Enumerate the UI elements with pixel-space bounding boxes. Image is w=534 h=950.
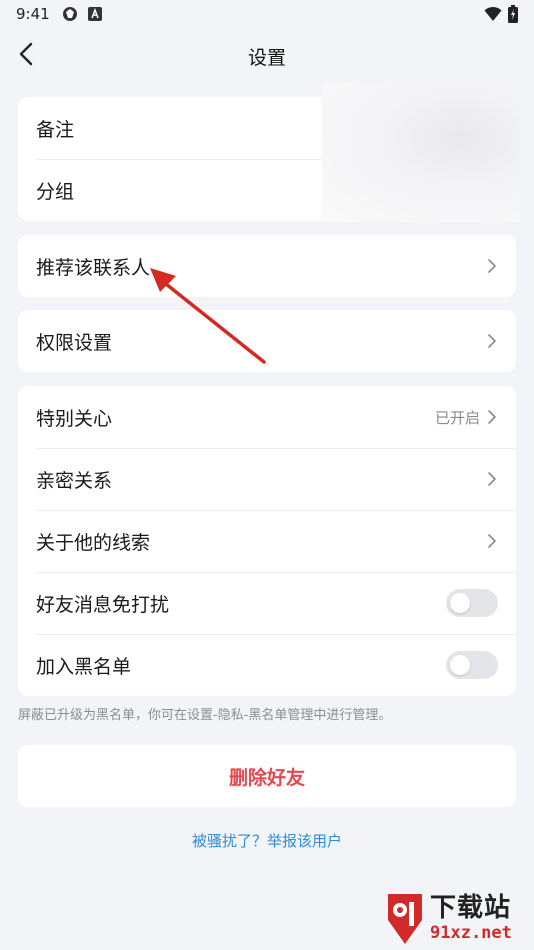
intimate-relation-label: 亲密关系: [36, 469, 113, 492]
watermark-domain: 91xz.net: [430, 923, 512, 943]
chevron-right-icon: [486, 532, 498, 550]
delete-friend-button[interactable]: 删除好友: [18, 745, 516, 807]
chevron-right-icon: [486, 257, 498, 275]
status-time: 9:41: [16, 5, 50, 23]
toggle-knob: [450, 655, 470, 675]
special-care-status: 已开启: [434, 408, 480, 427]
clues-row[interactable]: 关于他的线索: [18, 510, 516, 572]
toggle-knob: [450, 593, 470, 613]
chevron-right-icon: [486, 332, 498, 350]
recommend-card: 推荐该联系人: [18, 235, 516, 297]
back-button[interactable]: [8, 38, 44, 74]
permission-settings-label: 权限设置: [36, 331, 113, 354]
add-blacklist-toggle[interactable]: [446, 651, 498, 679]
recommend-contact-row[interactable]: 推荐该联系人: [18, 235, 516, 297]
relations-card: 特别关心 已开启 亲密关系 关于他的线索 好友消息免打扰 加入黑名单: [18, 386, 516, 696]
report-user-link[interactable]: 被骚扰了？举报该用户: [0, 830, 534, 851]
watermark-logo-icon: [388, 894, 422, 944]
a-letter-icon: [87, 7, 102, 21]
add-blacklist-row: 加入黑名单: [18, 634, 516, 696]
permission-settings-row[interactable]: 权限设置: [18, 310, 516, 372]
mute-messages-toggle[interactable]: [446, 589, 498, 617]
mute-messages-label: 好友消息免打扰: [36, 593, 170, 616]
delete-friend-label: 删除好友: [228, 766, 305, 789]
page-title: 设置: [247, 46, 286, 69]
battery-charging-icon: [508, 5, 518, 27]
special-care-row[interactable]: 特别关心 已开启: [18, 386, 516, 448]
blacklist-hint: 屏蔽已升级为黑名单，你可在设置-隐私-黑名单管理中进行管理。: [18, 708, 392, 723]
chevron-left-icon: [19, 42, 33, 70]
app-logo-icon: [62, 6, 78, 22]
clues-label: 关于他的线索: [36, 531, 151, 554]
app-bar: 设置: [0, 30, 534, 82]
site-watermark: 下载站 91xz.net: [382, 888, 532, 948]
status-right-icons: [484, 5, 518, 27]
blurred-region: [322, 82, 520, 222]
chevron-right-icon: [486, 408, 498, 426]
permissions-card: 权限设置: [18, 310, 516, 372]
chevron-right-icon: [486, 470, 498, 488]
recommend-contact-label: 推荐该联系人: [36, 256, 151, 279]
wifi-icon: [484, 6, 502, 26]
add-blacklist-label: 加入黑名单: [36, 655, 132, 678]
status-bar: 9:41: [0, 0, 534, 28]
mute-messages-row: 好友消息免打扰: [18, 572, 516, 634]
special-care-label: 特别关心: [36, 407, 113, 430]
intimate-relation-row[interactable]: 亲密关系: [18, 448, 516, 510]
watermark-title: 下载站: [430, 893, 512, 923]
